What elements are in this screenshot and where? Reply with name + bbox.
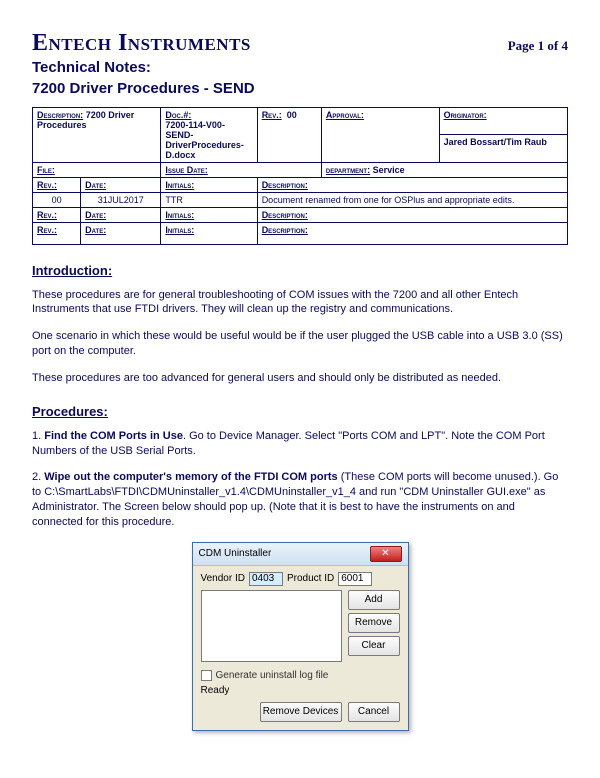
add-button[interactable]: Add <box>348 590 400 610</box>
remove-devices-button[interactable]: Remove Devices <box>260 702 342 722</box>
rev1-rev-lbl: Rev.: <box>37 210 57 220</box>
label-department: department: <box>326 165 370 175</box>
remove-button[interactable]: Remove <box>348 613 400 633</box>
status-text: Ready <box>201 685 400 696</box>
close-button[interactable]: ✕ <box>370 546 402 562</box>
rev0-desc: Document renamed from one for OSPlus and… <box>257 192 567 207</box>
generate-log-checkbox[interactable] <box>201 670 212 681</box>
intro-p3: These procedures are too advanced for ge… <box>32 371 568 386</box>
value-doc: 7200-114-V00-SEND-DriverProcedures-D.doc… <box>165 120 244 160</box>
step1: 1. Find the COM Ports in Use. Go to Devi… <box>32 429 568 459</box>
cdm-uninstaller-dialog: CDM Uninstaller ✕ Vendor ID 0403 Product… <box>192 542 409 731</box>
value-originator: Jared Bossart/Tim Raub <box>444 137 547 147</box>
page-number: Page 1 of 4 <box>508 38 568 54</box>
cancel-button[interactable]: Cancel <box>348 702 400 722</box>
label-rev-col: Rev.: <box>37 180 57 190</box>
company-name: Entech Instruments <box>32 30 251 57</box>
step2-bold: Wipe out the computer's memory of the FT… <box>44 471 337 483</box>
section-introduction: Introduction: <box>32 263 568 278</box>
label-description: Description: <box>37 110 83 120</box>
rev0-date: 31JUL2017 <box>81 192 161 207</box>
metadata-table: Description: 7200 Driver Procedures Doc.… <box>32 107 568 245</box>
device-listbox[interactable] <box>201 590 342 662</box>
step2-num: 2. <box>32 471 44 483</box>
step1-bold: Find the COM Ports in Use <box>44 430 183 442</box>
label-desc-col: Description: <box>262 180 308 190</box>
product-id-label: Product ID <box>287 573 334 584</box>
step2: 2. Wipe out the computer's memory of the… <box>32 470 568 529</box>
rev0-initials: TTR <box>161 192 257 207</box>
product-id-input[interactable]: 6001 <box>338 572 372 586</box>
dialog-title: CDM Uninstaller <box>199 548 272 559</box>
rev2-desc-lbl: Description: <box>262 225 308 235</box>
label-file: File: <box>37 165 55 175</box>
value-department: Service <box>373 165 405 175</box>
clear-button[interactable]: Clear <box>348 636 400 656</box>
intro-p1: These procedures are for general trouble… <box>32 288 568 318</box>
intro-p2: One scenario in which these would be use… <box>32 329 568 359</box>
close-icon: ✕ <box>381 549 389 559</box>
section-procedures: Procedures: <box>32 404 568 419</box>
label-rev: Rev.: <box>262 110 282 120</box>
rev2-date-lbl: Date: <box>85 225 106 235</box>
rev0-rev: 00 <box>33 192 81 207</box>
rev2-initials-lbl: Initials: <box>165 225 194 235</box>
label-originator: Originator: <box>444 110 487 120</box>
label-date-col: Date: <box>85 180 106 190</box>
vendor-id-label: Vendor ID <box>201 573 245 584</box>
rev1-desc-lbl: Description: <box>262 210 308 220</box>
rev2-rev-lbl: Rev.: <box>37 225 57 235</box>
rev1-date-lbl: Date: <box>85 210 106 220</box>
label-initials-col: Initials: <box>165 180 194 190</box>
label-issue-date: Issue Date: <box>165 165 207 175</box>
step1-num: 1. <box>32 430 44 442</box>
label-approval: Approval: <box>326 110 364 120</box>
vendor-id-input[interactable]: 0403 <box>249 572 283 586</box>
rev1-initials-lbl: Initials: <box>165 210 194 220</box>
label-doc: Doc.#: <box>165 110 191 120</box>
value-rev: 00 <box>287 110 297 120</box>
doc-title-line1: Technical Notes: <box>32 59 568 78</box>
generate-log-label: Generate uninstall log file <box>216 670 329 681</box>
doc-title-line2: 7200 Driver Procedures - SEND <box>32 80 568 99</box>
